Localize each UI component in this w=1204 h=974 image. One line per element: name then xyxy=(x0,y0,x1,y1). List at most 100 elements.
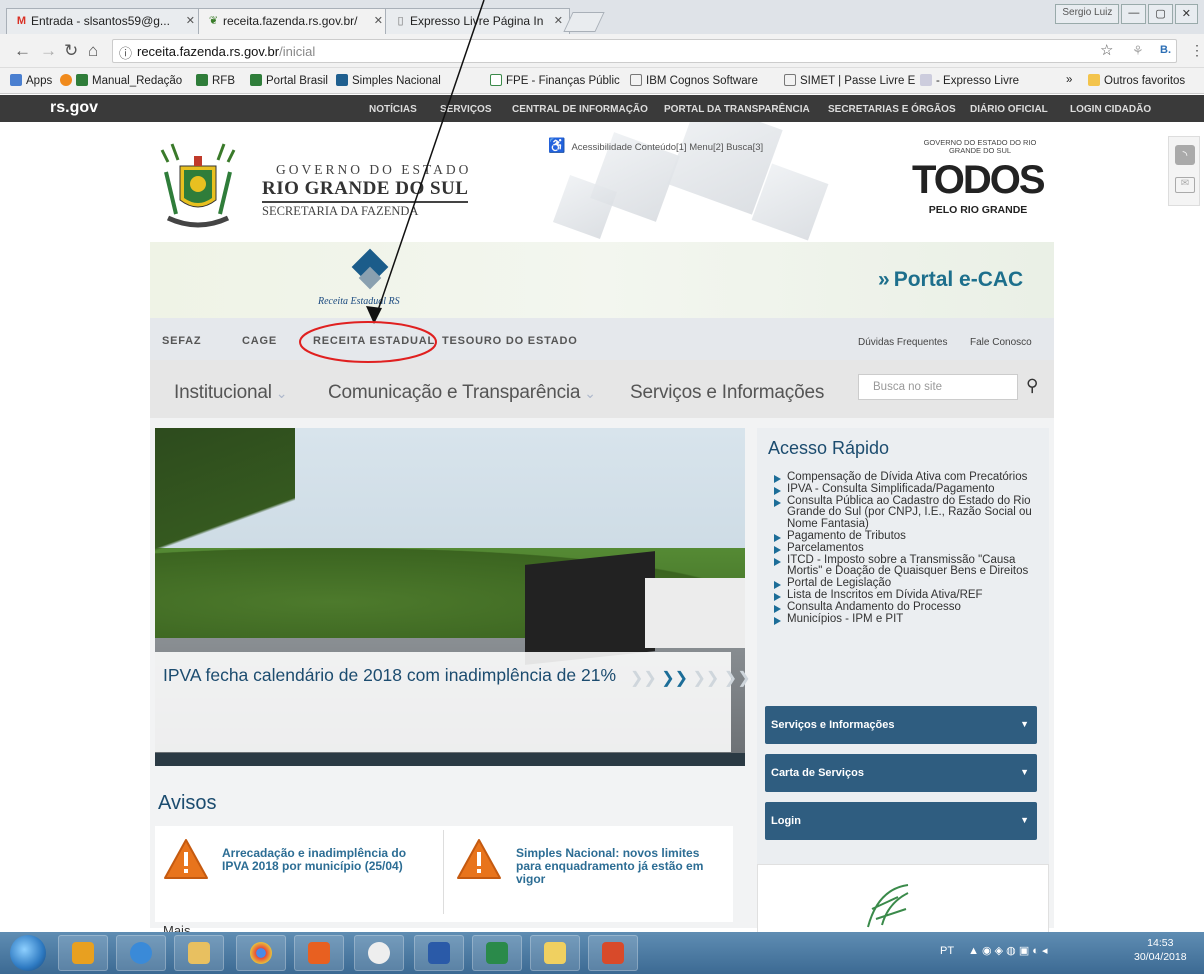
gov-line-3: SECRETARIA DA FAZENDA xyxy=(262,204,419,218)
ecac-link[interactable]: » Portal e-CAC xyxy=(878,268,1023,292)
wheelchair-icon: ♿ xyxy=(548,137,566,153)
tray-icons[interactable]: ▲ ◉ ◈ ◍ ▣ ◐ ◂ xyxy=(968,945,1047,957)
close-icon[interactable]: ✕ xyxy=(554,14,563,27)
extension-icon[interactable]: B. xyxy=(1160,42,1171,59)
clock[interactable]: 14:53 30/04/2018 xyxy=(1134,936,1187,964)
dropdown-servicos[interactable]: Serviços e Informações ▼ xyxy=(765,706,1037,744)
gov-top-bar: rs.gov NOTÍCIAS SERVIÇOS CENTRAL DE INFO… xyxy=(0,95,1204,122)
search-icon[interactable]: ⚲ xyxy=(1026,376,1038,396)
subnav-tesouro[interactable]: TESOURO DO ESTADO xyxy=(442,335,578,347)
forward-arrow-icon[interactable]: → xyxy=(40,42,57,59)
subnav-cage[interactable]: CAGE xyxy=(242,335,277,347)
extension-icon[interactable]: ⚘ xyxy=(1132,42,1144,59)
menu-icon[interactable]: ⋮ xyxy=(1190,42,1204,59)
bookmark-rfb[interactable]: RFB xyxy=(196,74,235,87)
bookmark-simet[interactable]: SIMET | Passe Livre E xyxy=(784,74,915,87)
taskbar-app-s[interactable] xyxy=(354,935,404,971)
start-button[interactable] xyxy=(10,935,46,971)
page-icon: ▯ xyxy=(397,15,404,27)
maximize-button[interactable]: ▢ xyxy=(1148,4,1173,24)
taskbar-word[interactable] xyxy=(414,935,464,971)
quick-link[interactable]: Lista de Inscritos em Dívida Ativa/REF xyxy=(772,589,1042,602)
quick-link[interactable]: IPVA - Consulta Simplificada/Pagamento xyxy=(772,483,1042,496)
govbar-link-login[interactable]: LOGIN CIDADÃO xyxy=(1070,104,1151,115)
aviso-item[interactable]: Arrecadação e inadimplência do IPVA 2018… xyxy=(222,847,422,873)
govbar-link-transparencia[interactable]: PORTAL DA TRANSPARÊNCIA xyxy=(664,104,810,115)
carousel-dot-icon[interactable]: ❯❯ xyxy=(630,670,661,687)
carousel-dot-active-icon[interactable]: ❯❯ xyxy=(661,670,688,687)
quick-link[interactable]: ITCD - Imposto sobre a Transmissão "Caus… xyxy=(772,554,1042,579)
aviso-item[interactable]: Simples Nacional: novos limites para enq… xyxy=(516,847,728,886)
bookmark-outros[interactable]: Outros favoritos xyxy=(1088,74,1185,87)
quick-link[interactable]: Pagamento de Tributos xyxy=(772,530,1042,543)
close-icon[interactable]: ✕ xyxy=(374,14,383,27)
taskbar-chrome[interactable] xyxy=(236,935,286,971)
govbar-link-central[interactable]: CENTRAL DE INFORMAÇÃO xyxy=(512,104,648,115)
nav-comunicacao[interactable]: Comunicação e Transparência ⌄ xyxy=(328,382,596,404)
bookmark-apps[interactable]: Apps xyxy=(10,74,52,87)
language-indicator[interactable]: PT xyxy=(940,945,954,957)
taskbar-excel[interactable] xyxy=(472,935,522,971)
quick-link[interactable]: Parcelamentos xyxy=(772,542,1042,555)
tab-expresso[interactable]: ▯ Expresso Livre Página In ✕ xyxy=(385,8,570,34)
close-window-button[interactable]: ✕ xyxy=(1174,4,1198,24)
taskbar-ie[interactable] xyxy=(116,935,166,971)
carousel-dot-icon[interactable]: ❯❯ ❯❯ xyxy=(688,670,751,687)
bookmarks-more[interactable]: » xyxy=(1066,74,1072,86)
close-icon[interactable]: ✕ xyxy=(186,14,195,27)
nav-institucional[interactable]: Institucional ⌄ xyxy=(174,382,287,404)
email-icon[interactable]: ✉ xyxy=(1175,177,1195,193)
reload-icon[interactable]: ↻ xyxy=(64,42,78,59)
accessibility-links[interactable]: ♿ Acessibilidade Conteúdo[1] Menu[2] Busc… xyxy=(548,137,763,154)
quick-link[interactable]: Municípios - IPM e PIT xyxy=(772,613,1042,626)
taskbar-app-h[interactable] xyxy=(58,935,108,971)
contact-link[interactable]: Fale Conosco xyxy=(970,337,1032,348)
minimize-button[interactable]: — xyxy=(1121,4,1147,24)
todos-logo[interactable]: TODOS xyxy=(912,158,1046,203)
url-input[interactable]: ⓘ receita.fazenda.rs.gov.br/inicial xyxy=(112,39,1177,63)
tab-label: Entrada - slsantos59@g... xyxy=(31,14,170,28)
faq-link[interactable]: Dúvidas Frequentes xyxy=(858,337,948,348)
quick-link[interactable]: Consulta Andamento do Processo xyxy=(772,601,1042,614)
social-sidebar: ◝ ✉ xyxy=(1168,136,1200,206)
profile-button[interactable]: Sergio Luiz xyxy=(1055,4,1120,24)
quick-link[interactable]: Consulta Pública ao Cadastro do Estado d… xyxy=(772,495,1042,531)
bookmark-manual[interactable]: Manual_Redação xyxy=(60,74,182,87)
bookmark-simples[interactable]: Simples Nacional xyxy=(336,74,441,87)
rss-icon[interactable]: ◝ xyxy=(1175,145,1195,165)
govbar-link-secretarias[interactable]: SECRETARIAS E ÓRGÃOS xyxy=(828,104,956,115)
app-icon xyxy=(368,942,390,964)
back-arrow-icon[interactable]: ← xyxy=(14,42,31,59)
coat-of-arms-icon[interactable] xyxy=(158,142,238,234)
subnav-receita-estadual[interactable]: RECEITA ESTADUAL xyxy=(313,335,435,347)
bookmark-fpe[interactable]: FPE - Finanças Públic xyxy=(490,74,620,87)
search-input[interactable]: Busca no site xyxy=(858,374,1018,400)
carousel-dots[interactable]: ❯❯ ❯❯ ❯❯ ❯❯ xyxy=(630,668,751,688)
subnav-sefaz[interactable]: SEFAZ xyxy=(162,335,201,347)
tab-gmail[interactable]: M Entrada - slsantos59@g... ✕ xyxy=(6,8,202,34)
bookmark-cognos[interactable]: IBM Cognos Software xyxy=(630,74,758,87)
taskbar-app-pdf[interactable] xyxy=(588,935,638,971)
taskbar-app[interactable] xyxy=(530,935,580,971)
bookmark-expresso[interactable]: - Expresso Livre xyxy=(920,74,1019,87)
nav-servicos[interactable]: Serviços e Informações xyxy=(630,382,824,404)
dropdown-carta[interactable]: Carta de Serviços ▼ xyxy=(765,754,1037,792)
govbar-link-diario[interactable]: DIÁRIO OFICIAL xyxy=(970,104,1048,115)
taskbar-app-o[interactable] xyxy=(294,935,344,971)
gov-line-2[interactable]: RIO GRANDE DO SUL xyxy=(262,178,469,203)
govbar-link-noticias[interactable]: NOTÍCIAS xyxy=(369,104,417,115)
rsgov-logo[interactable]: rs.gov xyxy=(50,99,98,117)
acesso-rapido-list: Compensação de Dívida Ativa com Precatór… xyxy=(772,471,1042,626)
app-icon xyxy=(72,942,94,964)
sub-navigation: SEFAZ CAGE RECEITA ESTADUAL TESOURO DO E… xyxy=(150,318,1054,360)
dropdown-login[interactable]: Login ▼ xyxy=(765,802,1037,840)
home-icon[interactable]: ⌂ xyxy=(88,42,98,59)
folder-icon xyxy=(1088,74,1100,86)
tab-receita[interactable]: ❦ receita.fazenda.rs.gov.br/ ✕ xyxy=(198,8,390,34)
hero-caption[interactable]: IPVA fecha calendário de 2018 com inadim… xyxy=(163,664,633,686)
govbar-link-servicos[interactable]: SERVIÇOS xyxy=(440,104,492,115)
bookmark-portal-brasil[interactable]: Portal Brasil xyxy=(250,74,328,87)
taskbar-explorer[interactable] xyxy=(174,935,224,971)
star-icon[interactable]: ☆ xyxy=(1100,42,1113,59)
side-banner[interactable] xyxy=(757,864,1049,934)
